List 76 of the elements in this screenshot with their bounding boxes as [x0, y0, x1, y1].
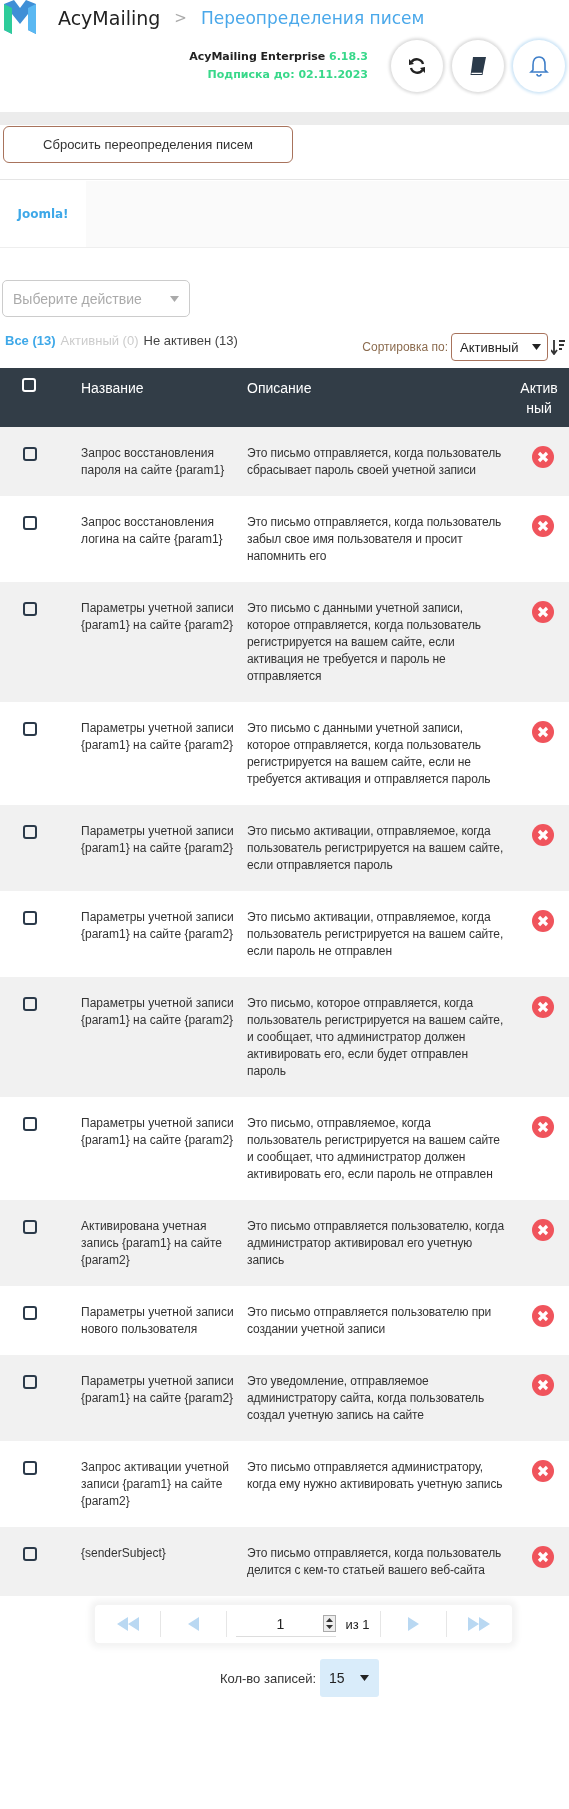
page-title: Переопределения писем [200, 8, 425, 28]
email-description: Это письмо отправляется пользователю при создании учетной записи [247, 1304, 493, 1338]
caret-icon [360, 1675, 370, 1681]
checkbox[interactable] [23, 1220, 37, 1234]
sort-order-icon[interactable] [551, 339, 565, 355]
email-description: Это письмо отправляется, когда пользователь сбрасывает пароль своей учетной записи [247, 445, 503, 479]
close-circle-icon[interactable] [531, 446, 554, 468]
email-description: Это письмо, отправляемое, когда пользователь регистрируется на вашем сайте и сообщает, что администратор должен активировать его, если пароль не отправлен [247, 1115, 501, 1183]
email-description: Это письмо активации, отправляемое, когда пользователь регистрируется на вашем сайте, если отправляется пароль [247, 823, 505, 874]
page-count: из 1 [345, 1616, 370, 1632]
checkbox[interactable] [23, 911, 37, 925]
page-number-field[interactable]: 1 [236, 1611, 337, 1637]
email-name[interactable]: Запрос восстановления пароля на сайте {param1} [81, 445, 247, 479]
close-circle-icon[interactable] [531, 1374, 554, 1396]
close-circle-icon[interactable] [531, 1305, 554, 1327]
column-header[interactable]: Описание [247, 378, 510, 398]
caret-icon [532, 344, 541, 350]
email-description: Это письмо, которое отправляется, когда пользователь регистрируется на вашем сайте, и сообщает, что администратор должен активировать его, если будет отправлен пароль [247, 995, 505, 1080]
close-circle-icon[interactable] [531, 1116, 554, 1138]
email-description: Это письмо активации, отправляемое, когда пользователь регистрируется на вашем сайте, если пароль не отправлен [247, 909, 505, 960]
caret-icon [170, 295, 179, 302]
close-circle-icon[interactable] [531, 1460, 554, 1482]
email-name[interactable]: {senderSubject} [81, 1545, 247, 1562]
close-circle-icon[interactable] [531, 1219, 554, 1241]
checkbox[interactable] [23, 1547, 37, 1561]
close-circle-icon[interactable] [531, 721, 554, 743]
close-circle-icon[interactable] [531, 824, 554, 846]
close-circle-icon[interactable] [531, 601, 554, 623]
previous-page-icon [188, 1617, 200, 1631]
email-description: Это письмо отправляется, когда пользователь забыл свое имя пользователя и просит напомнить его [247, 514, 503, 565]
column-header[interactable]: Название [81, 378, 247, 398]
bell-icon [529, 55, 549, 77]
checkbox[interactable] [23, 1117, 37, 1131]
per-page-label: Кол-во записей: [219, 1670, 317, 1686]
sort-select[interactable]: Активный [451, 333, 548, 361]
sync-icon [408, 57, 426, 75]
close-circle-icon[interactable] [531, 910, 554, 932]
close-circle-icon[interactable] [531, 996, 554, 1018]
first-page-icon [116, 1617, 139, 1631]
sync-button[interactable] [391, 40, 443, 92]
close-circle-icon[interactable] [531, 1546, 554, 1568]
email-name[interactable]: Параметры учетной записи нового пользователя [81, 1304, 247, 1338]
status-filter-link[interactable]: Не активен (13) [143, 333, 238, 348]
email-name[interactable]: Активирована учетная запись {param1} на сайте {param2} [81, 1218, 247, 1269]
checkbox[interactable] [23, 1461, 37, 1475]
app-name[interactable]: AcyMailing [58, 7, 161, 29]
email-description: Это письмо с данными учетной записи, которое отправляется, когда пользователь регистрируется на вашем сайте, если активация не требуется и пароль не отправляется [247, 600, 482, 685]
email-description: Это письмо отправляется пользователю, когда администратор активировал его учетную запись [247, 1218, 505, 1269]
logo-icon [2, 0, 38, 36]
reset-overrides-button[interactable]: Сбросить переопределения писем [3, 126, 293, 163]
checkbox[interactable] [23, 1375, 37, 1389]
checkbox[interactable] [23, 825, 37, 839]
close-circle-icon[interactable] [531, 515, 554, 537]
subscription-date: Подписка до: 02.11.2023 [206, 67, 368, 83]
book-icon [468, 56, 488, 76]
checkbox[interactable] [23, 997, 37, 1011]
per-page-select[interactable]: 15 [320, 1659, 380, 1697]
notifications-button[interactable] [513, 40, 565, 92]
checkbox[interactable] [23, 447, 37, 461]
last-page-icon [468, 1617, 491, 1631]
email-description: Это письмо отправляется администратору, когда ему нужно активировать учетную запись [247, 1459, 504, 1493]
checkbox[interactable] [23, 722, 37, 736]
email-description: Это письмо отправляется, когда пользователь делится с кем-то статьей вашего веб-сайта [247, 1545, 503, 1579]
email-description: Это письмо с данными учетной записи, которое отправляется, когда пользователь регистрируется на вашем сайте, если не требуется активация и отправляется пароль [247, 720, 492, 788]
documentation-button[interactable] [452, 40, 504, 92]
checkbox[interactable] [23, 602, 37, 616]
next-page-icon [407, 1617, 419, 1631]
edition-label: AcyMailing Enterprise 6.18.3 [189, 50, 368, 63]
email-name[interactable]: Запрос активации учетной записи {param1} на сайте {param2} [81, 1459, 247, 1510]
column-header[interactable]: Активный [517, 378, 561, 418]
sort-label: Сортировка по: [362, 340, 448, 354]
checkbox[interactable] [23, 516, 37, 530]
spinner-icon[interactable] [323, 1615, 337, 1632]
checkbox[interactable] [23, 1306, 37, 1320]
breadcrumb-separator: > [174, 9, 187, 27]
email-description: Это уведомление, отправляемое администратору сайта, когда пользователь создал учетную запись на сайте [247, 1373, 486, 1424]
